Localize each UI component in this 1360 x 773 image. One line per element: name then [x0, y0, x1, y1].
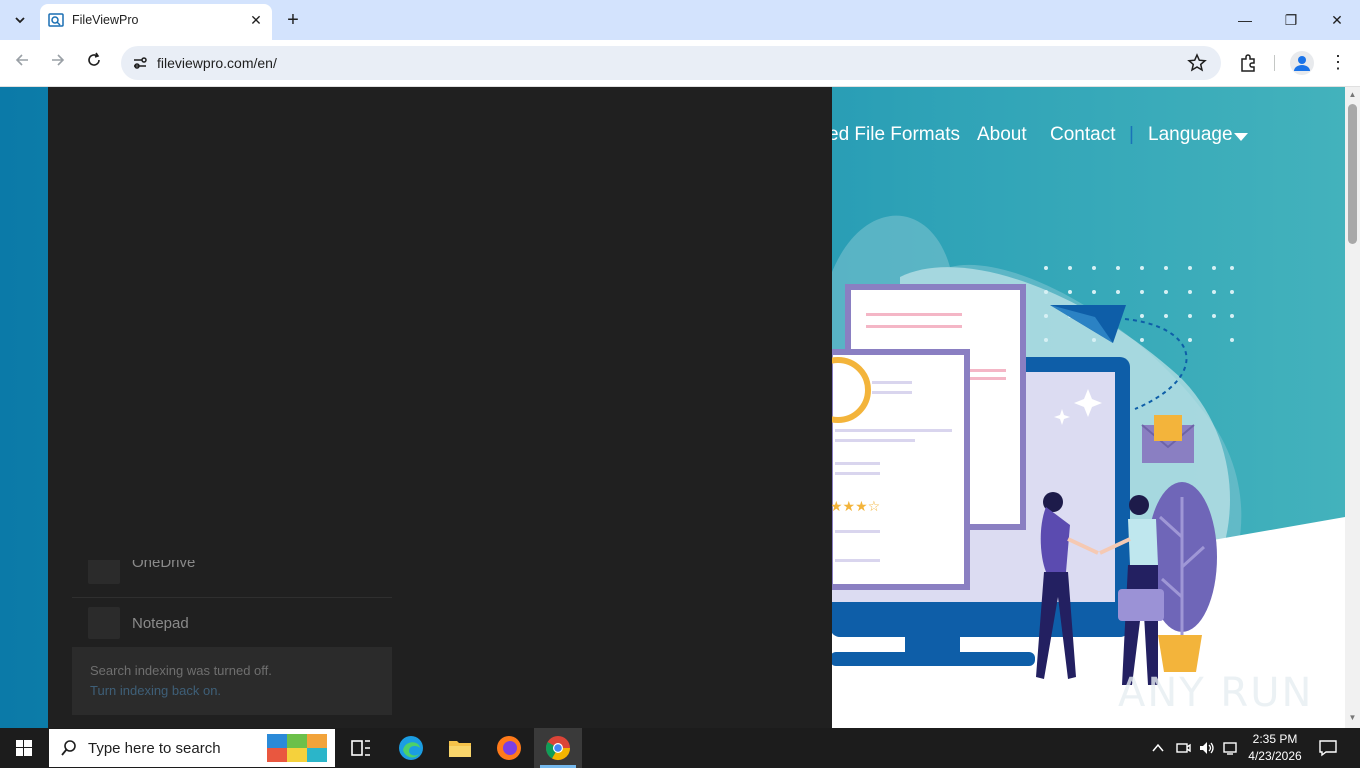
search-placeholder: Type here to search [88, 740, 221, 757]
arrow-right-icon [52, 54, 65, 66]
chrome-icon [545, 736, 570, 761]
fileviewpro-favicon-icon [48, 13, 64, 27]
restore-button[interactable]: ❐ [1268, 8, 1314, 32]
site-info-icon[interactable] [130, 53, 150, 73]
profile-avatar[interactable] [1290, 51, 1314, 75]
meet-now-icon[interactable] [1175, 740, 1191, 756]
scroll-thumb[interactable] [1348, 104, 1357, 244]
indexing-message: Search indexing was turned off. [90, 663, 272, 678]
person-icon [1294, 56, 1310, 71]
svg-text:★★★☆: ★★★☆ [830, 499, 880, 515]
tab-close-icon[interactable]: ✕ [247, 12, 265, 30]
taskbar-clock[interactable]: 2:35 PM 4/23/2026 [1246, 731, 1304, 765]
app-label: OneDrive [132, 560, 196, 571]
arrow-left-icon [15, 54, 28, 66]
chevron-down-icon [15, 17, 25, 24]
search-icon [61, 740, 76, 756]
volume-icon[interactable] [1198, 740, 1216, 756]
list-divider [72, 597, 392, 598]
nav-language[interactable]: Language [1148, 124, 1233, 146]
windows-logo-icon [16, 740, 32, 756]
clock-date: 4/23/2026 [1248, 749, 1302, 763]
nav-divider: | [1129, 124, 1134, 145]
indexing-notice [72, 647, 392, 715]
app-list-item-onedrive[interactable]: OneDrive [72, 560, 392, 596]
turn-indexing-on-link[interactable]: Turn indexing back on. [90, 683, 221, 698]
back-button[interactable] [9, 51, 35, 75]
bookmark-star-icon[interactable] [1186, 52, 1208, 74]
reload-icon [88, 52, 100, 66]
tab-title: FileViewPro [72, 13, 139, 27]
url-text[interactable]: fileviewpro.com/en/ [157, 55, 277, 71]
scroll-up-icon[interactable]: ▲ [1348, 90, 1357, 99]
firefox-icon[interactable] [495, 734, 523, 762]
start-button[interactable] [0, 728, 48, 768]
file-explorer-icon[interactable] [446, 734, 474, 762]
new-tab-button[interactable]: + [282, 9, 304, 32]
tab-search-button[interactable] [8, 8, 32, 32]
anyrun-watermark: ANY RUN [1118, 670, 1314, 716]
app-label: Notepad [132, 615, 189, 632]
nav-supported-file-formats[interactable]: ed File Formats [828, 124, 960, 146]
scroll-down-icon[interactable]: ▼ [1348, 713, 1357, 722]
extensions-icon[interactable] [1237, 52, 1259, 74]
notepad-icon [88, 607, 120, 639]
nav-about[interactable]: About [977, 124, 1027, 146]
notifications-icon[interactable] [1318, 739, 1338, 757]
edge-icon[interactable] [397, 734, 425, 762]
reload-button[interactable] [81, 51, 107, 75]
onedrive-icon [88, 560, 120, 584]
network-icon[interactable] [1222, 740, 1240, 756]
task-view-icon[interactable] [347, 734, 375, 762]
clock-time: 2:35 PM [1252, 732, 1298, 746]
address-bar[interactable] [121, 46, 1221, 80]
app-list-item-notepad[interactable]: Notepad [72, 603, 392, 643]
minimize-button[interactable]: — [1222, 8, 1268, 32]
nav-contact[interactable]: Contact [1050, 124, 1115, 146]
search-highlight-puzzle-icon [267, 734, 327, 762]
forward-button[interactable] [45, 51, 71, 75]
toolbar-divider [1274, 55, 1275, 71]
rating-stars: ★★★☆ [830, 499, 880, 515]
close-window-button[interactable]: ✕ [1314, 8, 1360, 32]
browser-menu-icon[interactable]: ⋮ [1328, 52, 1348, 74]
chevron-up-icon[interactable] [1151, 741, 1165, 755]
caret-down-icon [1234, 133, 1248, 141]
